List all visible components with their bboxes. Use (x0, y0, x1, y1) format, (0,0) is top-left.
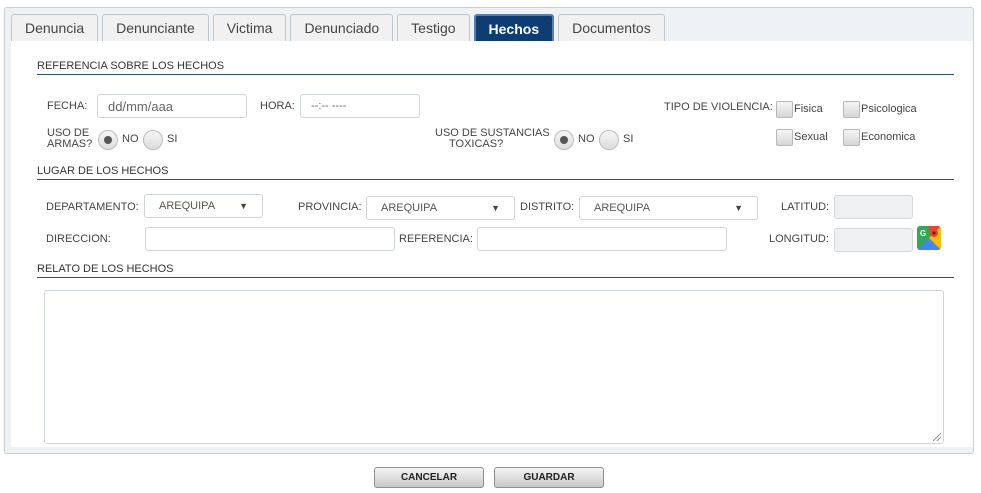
sustancias-si-label: SI (623, 133, 634, 145)
hora-label: HORA: (260, 100, 295, 112)
tab-denuncia[interactable]: Denuncia (11, 14, 99, 41)
sustancias-no-label: NO (578, 133, 595, 145)
tab-documentos[interactable]: Documentos (558, 14, 665, 41)
latitud-label: LATITUD: (781, 201, 830, 213)
chevron-down-icon: ▼ (491, 203, 500, 213)
departamento-select[interactable]: AREQUIPA ▼ (144, 194, 263, 218)
direccion-label: DIRECCION: (46, 233, 111, 245)
longitud-input[interactable] (834, 228, 913, 252)
chevron-down-icon: ▼ (239, 201, 248, 211)
provincia-label: PROVINCIA: (298, 201, 362, 213)
chevron-down-icon: ▼ (734, 203, 743, 213)
armas-label-line2: ARMAS? (47, 138, 93, 150)
armas-no-radio[interactable] (98, 130, 118, 150)
psicologica-label: Psicologica (861, 103, 917, 115)
economica-label: Economica (861, 131, 916, 143)
provincia-value: AREQUIPA (381, 202, 438, 214)
psicologica-checkbox[interactable] (843, 101, 860, 118)
armas-si-label: SI (167, 133, 178, 145)
sustancias-no-radio[interactable] (554, 130, 574, 150)
referencia-input[interactable] (477, 227, 727, 251)
longitud-label: LONGITUD: (769, 233, 829, 245)
fecha-label: FECHA: (47, 100, 88, 112)
tab-testigo[interactable]: Testigo (397, 14, 470, 41)
sexual-label: Sexual (794, 131, 828, 143)
latitud-input[interactable] (834, 195, 913, 219)
resize-handle-icon[interactable] (933, 433, 941, 441)
armas-si-radio[interactable] (143, 130, 163, 150)
relato-textarea[interactable] (44, 290, 944, 444)
section-title-referencia: REFERENCIA SOBRE LOS HECHOS (37, 60, 954, 75)
hora-input[interactable]: --:-- ---- (300, 94, 420, 118)
provincia-select[interactable]: AREQUIPA ▼ (366, 196, 515, 220)
tab-victima[interactable]: Victima (212, 14, 287, 41)
referencia-label: REFERENCIA: (399, 233, 473, 245)
tab-bar: Denuncia Denunciante Victima Denunciado … (11, 14, 973, 41)
section-title-lugar: LUGAR DE LOS HECHOS (37, 165, 954, 180)
sustancias-si-radio[interactable] (599, 130, 619, 150)
save-button[interactable]: GUARDAR (494, 467, 604, 488)
departamento-label: DEPARTAMENTO: (46, 201, 139, 213)
armas-no-label: NO (122, 133, 139, 145)
fecha-input[interactable]: dd/mm/aaa (97, 94, 247, 118)
tab-denunciado[interactable]: Denunciado (290, 14, 394, 41)
tab-denunciante[interactable]: Denunciante (102, 14, 209, 41)
sexual-checkbox[interactable] (776, 129, 793, 146)
distrito-select[interactable]: AREQUIPA ▼ (579, 196, 758, 220)
sustancias-label-line2: TOXICAS? (449, 138, 504, 150)
google-maps-icon[interactable]: G (917, 226, 941, 250)
distrito-value: AREQUIPA (594, 202, 651, 214)
section-title-relato: RELATO DE LOS HECHOS (37, 263, 954, 278)
tab-content: REFERENCIA SOBRE LOS HECHOS FECHA: dd/mm… (11, 41, 973, 447)
svg-text:G: G (920, 229, 926, 238)
distrito-label: DISTRITO: (520, 201, 575, 213)
cancel-button[interactable]: CANCELAR (374, 467, 484, 488)
economica-checkbox[interactable] (843, 129, 860, 146)
fisica-label: Fisica (794, 103, 823, 115)
fisica-checkbox[interactable] (776, 101, 793, 118)
departamento-value: AREQUIPA (159, 200, 216, 212)
tab-hechos[interactable]: Hechos (473, 14, 555, 41)
form-panel: Denuncia Denunciante Victima Denunciado … (4, 7, 974, 454)
direccion-input[interactable] (145, 227, 395, 251)
tipo-violencia-label: TIPO DE VIOLENCIA: (664, 101, 773, 113)
